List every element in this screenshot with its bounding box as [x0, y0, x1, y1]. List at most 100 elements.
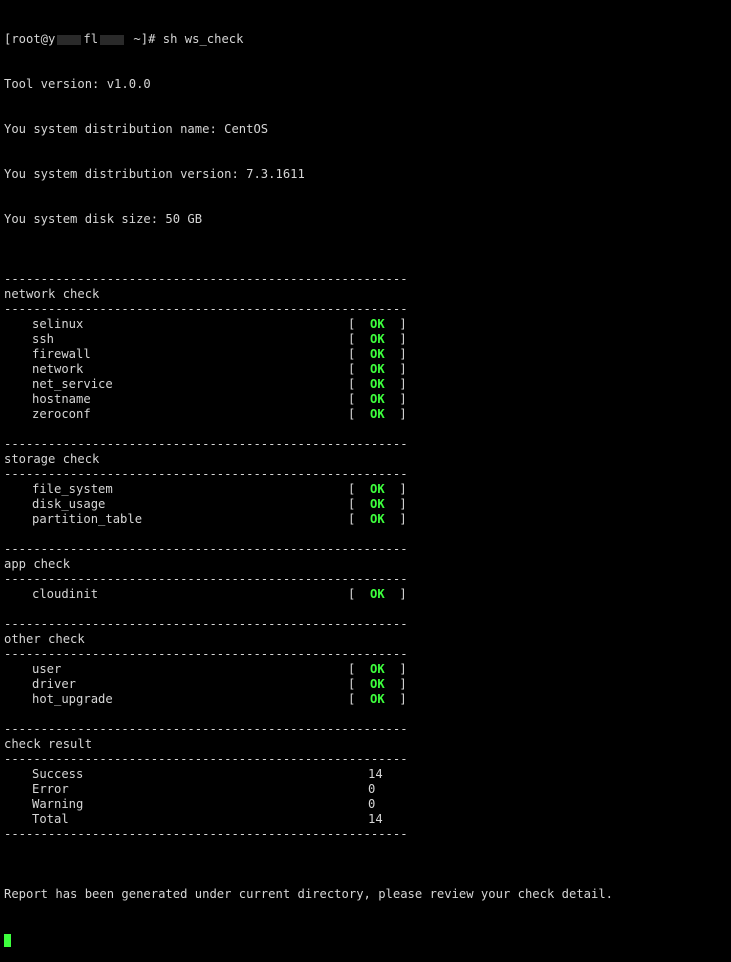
status-bracket-close: ]	[384, 407, 407, 421]
result-value: 0	[368, 797, 376, 811]
separator-line: ----------------------------------------…	[4, 572, 613, 587]
redacted-hostname-block	[57, 34, 82, 45]
check-status: [ OK ]	[348, 347, 407, 362]
status-ok-badge: OK	[370, 392, 385, 406]
check-status: [ OK ]	[348, 662, 407, 677]
result-row: Total 14	[4, 812, 613, 827]
terminal-output: [root@y fl ~]# sh ws_check Tool version: …	[4, 2, 613, 962]
result-row: Success 14	[4, 767, 613, 782]
separator-dashes: ----------------------------------------…	[4, 467, 409, 481]
status-ok-badge: OK	[370, 677, 385, 691]
separator-dashes: ----------------------------------------…	[4, 302, 409, 316]
status-bracket-open: [	[348, 692, 371, 706]
check-status: [ OK ]	[348, 317, 407, 332]
status-bracket-close: ]	[384, 512, 407, 526]
separator-line: ----------------------------------------…	[4, 542, 613, 557]
check-item-row: file_system [ OK ]	[4, 482, 613, 497]
check-status: [ OK ]	[348, 692, 407, 707]
check-item-name: firewall	[32, 347, 91, 361]
section-title: app check	[4, 557, 71, 571]
status-bracket-open: [	[348, 347, 371, 361]
separator-dashes: ----------------------------------------…	[4, 572, 409, 586]
status-bracket-close: ]	[384, 317, 407, 331]
status-ok-badge: OK	[370, 512, 385, 526]
status-ok-badge: OK	[370, 407, 385, 421]
check-item-name: net_service	[32, 377, 113, 391]
prompt-host-mid: fl	[83, 32, 99, 46]
redacted-hostname-block	[100, 34, 125, 45]
separator-line: ----------------------------------------…	[4, 647, 613, 662]
separator-line: ----------------------------------------…	[4, 827, 613, 842]
distribution-version-line: You system distribution version: 7.3.161…	[4, 167, 305, 181]
check-item-name: partition_table	[32, 512, 143, 526]
result-label: Total	[32, 812, 69, 826]
check-item-row: cloudinit [ OK ]	[4, 587, 613, 602]
result-value: 14	[368, 812, 383, 826]
separator-dashes: ----------------------------------------…	[4, 617, 409, 631]
prompt-host-end: ~]#	[126, 32, 156, 46]
check-item-name: hot_upgrade	[32, 692, 113, 706]
status-bracket-close: ]	[384, 662, 407, 676]
disk-size-line: You system disk size: 50 GB	[4, 212, 203, 226]
separator-dashes: ----------------------------------------…	[4, 542, 409, 556]
check-status: [ OK ]	[348, 377, 407, 392]
check-item-row: ssh [ OK ]	[4, 332, 613, 347]
command-prompt-line: [root@y fl ~]# sh ws_check	[4, 32, 613, 47]
separator-line: ----------------------------------------…	[4, 752, 613, 767]
status-ok-badge: OK	[370, 587, 385, 601]
status-ok-badge: OK	[370, 317, 385, 331]
status-bracket-close: ]	[384, 692, 407, 706]
check-status: [ OK ]	[348, 587, 407, 602]
section-title: network check	[4, 287, 100, 301]
status-bracket-open: [	[348, 677, 371, 691]
status-ok-badge: OK	[370, 662, 385, 676]
check-item-name: network	[32, 362, 84, 376]
check-status: [ OK ]	[348, 497, 407, 512]
tool-version-line: Tool version: v1.0.0	[4, 77, 151, 91]
status-bracket-open: [	[348, 392, 371, 406]
check-item-row: hostname [ OK ]	[4, 392, 613, 407]
check-item-name: hostname	[32, 392, 91, 406]
status-bracket-close: ]	[384, 347, 407, 361]
separator-line: ----------------------------------------…	[4, 272, 613, 287]
prompt-line-last	[4, 932, 613, 947]
result-value: 0	[368, 782, 376, 796]
check-status: [ OK ]	[348, 512, 407, 527]
status-ok-badge: OK	[370, 377, 385, 391]
separator-line: ----------------------------------------…	[4, 617, 613, 632]
prompt-user-host: [root@y	[4, 32, 56, 46]
check-item-name: file_system	[32, 482, 113, 496]
separator-dashes: ----------------------------------------…	[4, 647, 409, 661]
status-ok-badge: OK	[370, 332, 385, 346]
status-ok-badge: OK	[370, 482, 385, 496]
terminal-window[interactable]: { "prompt": { "user_host_start": "[root@…	[0, 0, 731, 947]
check-item-row: net_service [ OK ]	[4, 377, 613, 392]
check-status: [ OK ]	[348, 392, 407, 407]
status-bracket-close: ]	[384, 497, 407, 511]
terminal-cursor[interactable]	[4, 934, 11, 947]
status-bracket-open: [	[348, 377, 371, 391]
check-item-name: selinux	[32, 317, 84, 331]
separator-dashes: ----------------------------------------…	[4, 722, 409, 736]
status-bracket-open: [	[348, 317, 371, 331]
check-item-row: zeroconf [ OK ]	[4, 407, 613, 422]
separator-dashes: ----------------------------------------…	[4, 752, 409, 766]
check-status: [ OK ]	[348, 677, 407, 692]
separator-dashes: ----------------------------------------…	[4, 437, 409, 451]
status-bracket-open: [	[348, 662, 371, 676]
status-bracket-close: ]	[384, 677, 407, 691]
status-bracket-close: ]	[384, 362, 407, 376]
result-label: Warning	[32, 797, 84, 811]
status-bracket-open: [	[348, 362, 371, 376]
status-bracket-close: ]	[384, 377, 407, 391]
check-sections: ----------------------------------------…	[4, 272, 613, 842]
separator-dashes: ----------------------------------------…	[4, 827, 409, 841]
check-item-row: user [ OK ]	[4, 662, 613, 677]
status-bracket-open: [	[348, 332, 371, 346]
check-item-name: ssh	[32, 332, 55, 346]
result-title: check result	[4, 737, 93, 751]
check-status: [ OK ]	[348, 482, 407, 497]
status-bracket-open: [	[348, 512, 371, 526]
